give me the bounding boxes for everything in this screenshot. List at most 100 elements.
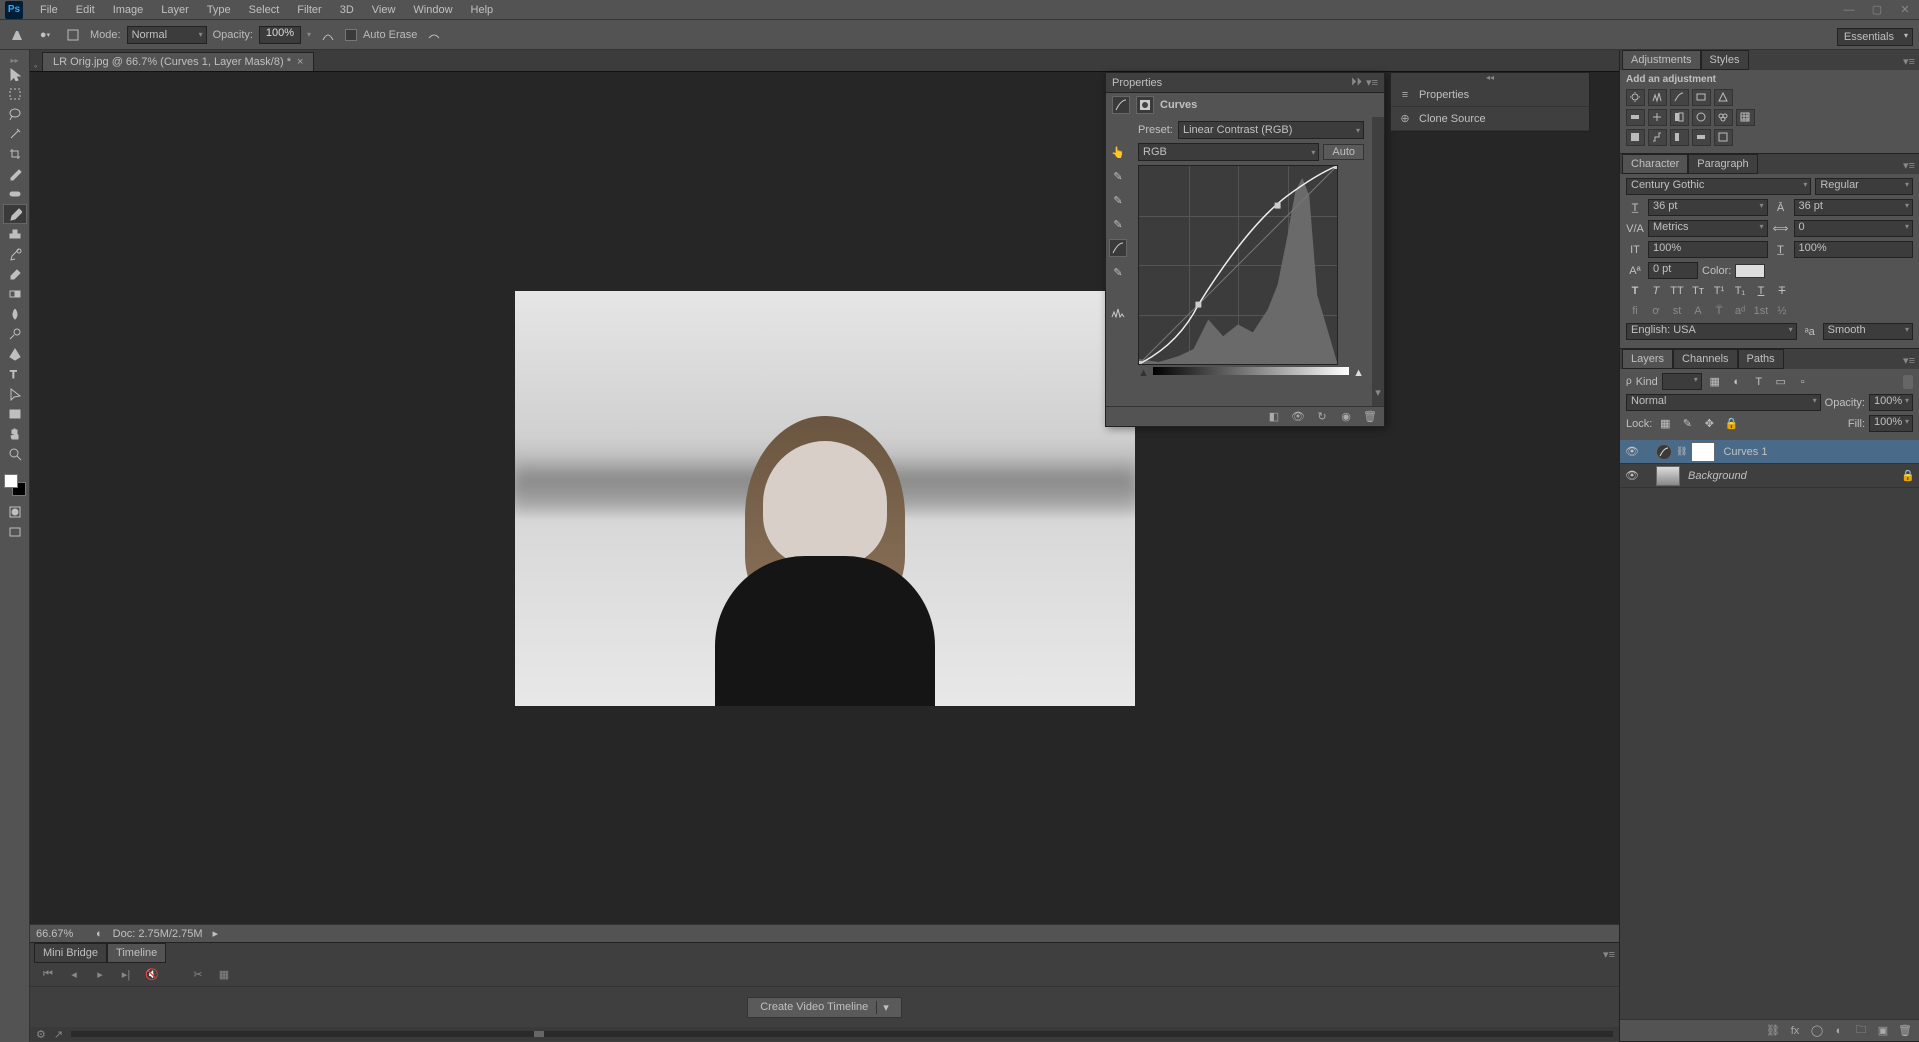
link-layers-icon[interactable]: ⛓ [1765, 1023, 1781, 1039]
mask-mode-icon[interactable] [1136, 96, 1154, 114]
marquee-tool[interactable] [3, 84, 27, 104]
shape-tool[interactable] [3, 404, 27, 424]
kerning-input[interactable]: Metrics [1648, 220, 1768, 237]
bw-icon[interactable] [1670, 109, 1689, 126]
filter-adjust-icon[interactable]: ◐ [1728, 374, 1746, 390]
pressure-size-icon[interactable] [423, 24, 445, 46]
properties-panel[interactable]: Properties ⏵⏵ ▾≡ Curves 👆 ✎ ✎ ✎ ✎ Preset… [1105, 72, 1385, 427]
stylistic-button[interactable]: st [1668, 303, 1686, 319]
pressure-opacity-icon[interactable] [317, 24, 339, 46]
bold-button[interactable]: T [1626, 283, 1644, 299]
move-tool[interactable] [3, 64, 27, 84]
visibility-toggle-icon[interactable]: 👁 [1624, 444, 1640, 460]
brightness-icon[interactable] [1626, 89, 1645, 106]
posterize-icon[interactable] [1648, 129, 1667, 146]
filter-smart-icon[interactable]: ▫ [1794, 374, 1812, 390]
blur-tool[interactable] [3, 304, 27, 324]
channel-dropdown[interactable]: RGB [1138, 143, 1319, 161]
document-tab-close-icon[interactable]: × [297, 56, 303, 68]
tab-paragraph[interactable]: Paragraph [1688, 154, 1757, 174]
exposure-icon[interactable] [1692, 89, 1711, 106]
minimize-icon[interactable]: — [1835, 1, 1863, 19]
timeline-first-icon[interactable]: ⏮ [40, 967, 56, 983]
timeline-next-icon[interactable]: ▸| [118, 967, 134, 983]
tools-grip-icon[interactable]: ▸▸ [5, 56, 25, 64]
document-tab[interactable]: LR Orig.jpg @ 66.7% (Curves 1, Layer Mas… [42, 52, 314, 71]
reset-icon[interactable]: ↻ [1314, 409, 1330, 425]
curves-icon[interactable] [1670, 89, 1689, 106]
collapse-icon[interactable]: ⏵⏵ [1351, 76, 1362, 89]
wand-tool[interactable] [3, 124, 27, 144]
menu-window[interactable]: Window [404, 1, 461, 19]
baseline-input[interactable]: 0 pt [1648, 262, 1698, 279]
brush-preset-icon[interactable]: ●▾ [34, 24, 56, 46]
close-icon[interactable]: ✕ [1891, 1, 1919, 19]
hand-tool[interactable] [3, 424, 27, 444]
workspace-selector[interactable]: Essentials [1837, 28, 1913, 46]
new-layer-icon[interactable]: ▣ [1875, 1023, 1891, 1039]
sample-white-icon[interactable]: ✎ [1109, 167, 1127, 185]
opacity-input[interactable]: 100% [259, 26, 301, 44]
path-select-tool[interactable] [3, 384, 27, 404]
visibility-toggle-icon[interactable]: 👁 [1624, 468, 1640, 484]
sample-gray-icon[interactable]: ✎ [1109, 191, 1127, 209]
ligature-button[interactable]: fi [1626, 303, 1644, 319]
menu-select[interactable]: Select [240, 1, 289, 19]
menu-filter[interactable]: Filter [288, 1, 330, 19]
scroll-down-icon[interactable]: ▾ [1372, 386, 1384, 406]
tab-adjustments[interactable]: Adjustments [1622, 50, 1701, 70]
leading-input[interactable]: 36 pt [1794, 199, 1914, 216]
hscale-input[interactable]: 100% [1794, 241, 1914, 258]
tab-styles[interactable]: Styles [1701, 50, 1749, 70]
layer-opacity-input[interactable]: 100% [1869, 394, 1913, 411]
filter-pixel-icon[interactable]: ▦ [1706, 374, 1724, 390]
antialias-dropdown[interactable]: Smooth [1823, 323, 1913, 340]
new-adjustment-icon[interactable]: ◐ [1831, 1023, 1847, 1039]
timeline-render-icon[interactable]: ↗ [54, 1028, 63, 1041]
brush-panel-icon[interactable] [62, 24, 84, 46]
ordinals-button[interactable]: T̈ [1710, 303, 1728, 319]
docked-clone-source[interactable]: ⊕ Clone Source [1391, 107, 1589, 131]
vscale-input[interactable]: 100% [1648, 241, 1768, 258]
font-family-dropdown[interactable]: Century Gothic [1626, 178, 1811, 195]
tracking-input[interactable]: 0 [1794, 220, 1914, 237]
menu-file[interactable]: File [31, 1, 67, 19]
balance-icon[interactable] [1648, 109, 1667, 126]
tab-mini-bridge[interactable]: Mini Bridge [34, 943, 107, 963]
maximize-icon[interactable]: ▢ [1863, 1, 1891, 19]
histogram-toggle-icon[interactable] [1109, 303, 1127, 321]
language-dropdown[interactable]: English: USA [1626, 323, 1797, 340]
allcaps-button[interactable]: TT [1668, 283, 1686, 299]
screenmode-icon[interactable] [3, 522, 27, 542]
panel-menu-icon[interactable]: ▾≡ [1899, 352, 1919, 369]
lock-all-icon[interactable]: 🔒 [1722, 416, 1740, 432]
menu-image[interactable]: Image [104, 1, 153, 19]
brush-tool[interactable] [3, 204, 27, 224]
stamp-tool[interactable] [3, 224, 27, 244]
strikethrough-button[interactable]: T [1773, 283, 1791, 299]
tab-channels[interactable]: Channels [1673, 349, 1737, 369]
collapse-grip-icon[interactable]: ◂◂ [1391, 73, 1589, 83]
lasso-tool[interactable] [3, 104, 27, 124]
preset-dropdown[interactable]: Linear Contrast (RGB) [1178, 121, 1364, 139]
lock-transparent-icon[interactable]: ▦ [1656, 416, 1674, 432]
add-mask-icon[interactable]: ◯ [1809, 1023, 1825, 1039]
auto-erase-checkbox[interactable] [345, 29, 357, 41]
auto-button[interactable]: Auto [1323, 144, 1364, 160]
levels-icon[interactable] [1648, 89, 1667, 106]
view-previous-icon[interactable]: 👁 [1290, 409, 1306, 425]
lock-pixels-icon[interactable]: ✎ [1678, 416, 1696, 432]
onimage-tool-icon[interactable]: 👆 [1109, 143, 1127, 161]
tool-preset-icon[interactable] [6, 24, 28, 46]
photo-filter-icon[interactable] [1692, 109, 1711, 126]
menu-3d[interactable]: 3D [331, 1, 363, 19]
half-button[interactable]: ½ [1773, 303, 1791, 319]
text-color-swatch[interactable] [1735, 264, 1765, 278]
layer-row[interactable]: 👁 ⛓ Curves 1 [1620, 440, 1919, 464]
layer-thumbnail[interactable] [1656, 466, 1680, 486]
tab-paths[interactable]: Paths [1738, 349, 1784, 369]
subscript-button[interactable]: T₁ [1731, 283, 1749, 299]
tab-character[interactable]: Character [1622, 154, 1688, 174]
menu-type[interactable]: Type [198, 1, 240, 19]
eyedropper-tool[interactable] [3, 164, 27, 184]
